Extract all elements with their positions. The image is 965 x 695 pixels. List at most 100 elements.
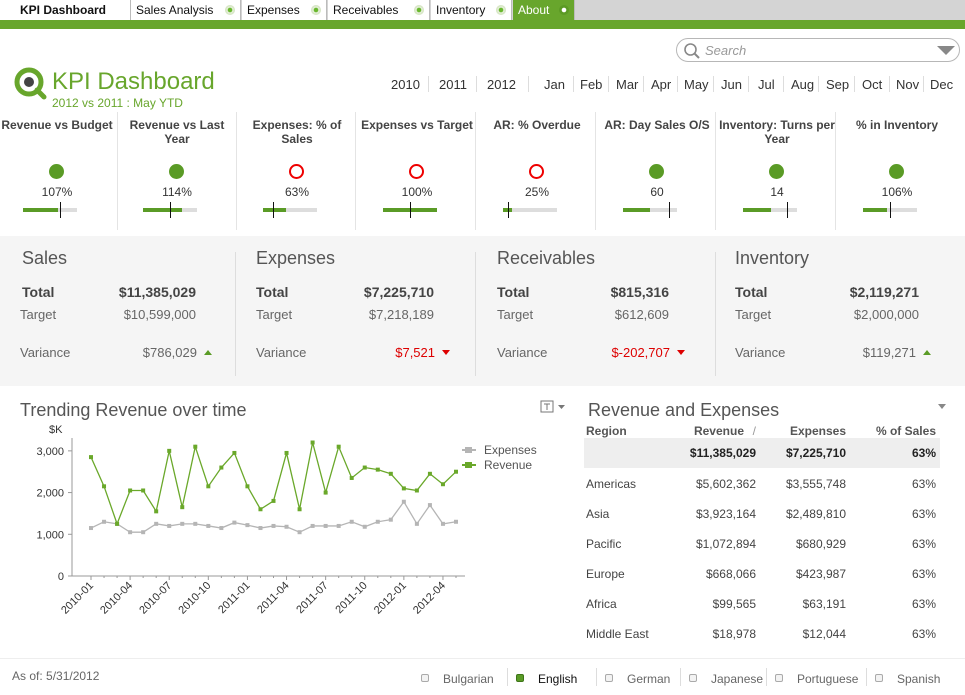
target-label: Target [497,307,534,322]
divider [0,658,965,659]
search-icon [684,43,700,59]
data-point-revenue [180,505,185,510]
kpi-bullet-gauge [743,202,797,218]
table-row[interactable]: Africa $99,565 $63,191 63% [584,597,940,627]
column-header-region[interactable]: Region [586,424,627,438]
kpi-ar-day-sales-os[interactable]: AR: Day Sales O/S 60 [597,118,717,230]
variance-label: Variance [256,345,307,360]
data-point-expenses [128,530,133,535]
divider [923,76,924,92]
kpi-ar-pct-overdue[interactable]: AR: % Overdue 25% [477,118,597,230]
language-spanish[interactable]: Spanish [875,672,940,686]
data-point-revenue [388,471,393,476]
table-menu-icon[interactable] [938,404,946,409]
language-portuguese[interactable]: Portuguese [775,672,858,686]
tab-sales-analysis[interactable]: Sales Analysis [131,0,241,20]
kpi-pct-in-inventory[interactable]: % in Inventory 106% [837,118,957,230]
summary-card-expenses[interactable]: Expenses Total $7,225,710 Target $7,218,18… [256,236,450,376]
language-english[interactable]: English [516,672,577,686]
cell-region: Pacific [586,537,622,551]
legend-swatch-marker [465,462,472,468]
tab-receivables[interactable]: Receivables [328,0,430,20]
kpi-value: 114% [162,185,192,199]
data-point-expenses [154,521,159,526]
tab-inventory[interactable]: Inventory [431,0,512,20]
status-indicator-icon [769,164,784,179]
tab-kpi-dashboard[interactable]: KPI Dashboard [0,0,131,20]
year-2011[interactable]: 2011 [439,77,467,92]
month-dec[interactable]: Dec [930,77,953,92]
table-row[interactable]: Europe $668,066 $423,987 63% [584,567,940,597]
year-2010[interactable]: 2010 [391,77,420,92]
month-aug[interactable]: Aug [791,77,814,92]
table-row[interactable]: Americas $5,602,362 $3,555,748 63% [584,477,940,507]
cell-revenue: $5,602,362 [695,477,756,491]
data-point-expenses [388,517,393,522]
sort-icon[interactable]: / [753,424,756,438]
dropdown-arrow-icon[interactable] [937,46,955,55]
card-title: Inventory [735,248,810,268]
table-row[interactable]: Asia $3,923,164 $2,489,810 63% [584,507,940,537]
summary-card-receivables[interactable]: Receivables Total $815,316 Target $612,609… [497,236,685,376]
language-german[interactable]: German [605,672,671,686]
month-jun[interactable]: Jun [721,77,742,92]
chart-menu-icon[interactable] [540,400,568,414]
data-point-revenue [102,484,107,489]
data-point-expenses [375,519,380,524]
month-sep[interactable]: Sep [826,77,849,92]
language-bulgarian[interactable]: Bulgarian [421,672,494,686]
total-label: Total [735,284,768,300]
trend-down-icon [677,350,685,355]
month-jan[interactable]: Jan [544,77,565,92]
x-tick-label: 2012-01 [372,580,409,617]
kpi-revenue-vs-last-year[interactable]: Revenue vs Last Year 114% [117,118,237,230]
kpi-expenses-vs-target[interactable]: Expenses vs Target 100% [357,118,477,230]
language-label: German [627,672,671,686]
status-indicator-icon [889,164,904,179]
table-row[interactable]: Middle East $18,978 $12,044 63% [584,627,940,657]
month-feb[interactable]: Feb [580,77,602,92]
column-header-expenses[interactable]: Expenses [790,424,846,438]
data-point-revenue [414,488,419,493]
data-point-revenue [427,471,432,476]
data-point-revenue [440,482,445,487]
kpi-value: 14 [770,185,784,199]
kpi-label: Inventory: Turns per Year [719,118,835,146]
data-point-expenses [141,530,146,535]
divider [355,112,356,230]
data-point-revenue [141,488,146,493]
kpi-revenue-vs-budget[interactable]: Revenue vs Budget 107% [0,118,117,230]
data-point-revenue [128,488,133,493]
year-2012[interactable]: 2012 [487,77,516,92]
kpi-value: 25% [524,185,550,199]
variance-label: Variance [735,345,786,360]
month-jul[interactable]: Jul [758,77,775,92]
kpi-inventory-turns[interactable]: Inventory: Turns per Year 14 [717,118,837,230]
month-oct[interactable]: Oct [862,77,882,92]
column-header-pct-of-sales[interactable]: % of Sales [876,424,936,438]
month-nov[interactable]: Nov [896,77,919,92]
column-header-revenue[interactable]: Revenue [694,424,744,438]
summary-card-inventory[interactable]: Inventory Total $2,119,271 Target $2,000,0… [735,236,931,376]
data-point-expenses [219,526,224,531]
search-box[interactable] [676,38,960,62]
divider [866,668,867,686]
tab-expenses[interactable]: Expenses [242,0,327,20]
search-input[interactable] [705,42,905,58]
table-row[interactable]: Pacific $1,072,894 $680,929 63% [584,537,940,567]
month-apr[interactable]: Apr [651,77,671,92]
language-japanese[interactable]: Japanese [689,672,763,686]
tab-about[interactable]: About [513,0,575,20]
y-tick-label: 1,000 [36,529,64,541]
data-point-expenses [349,519,354,524]
status-indicator-icon [49,164,64,179]
x-tick-label: 2010-01 [59,580,96,617]
x-tick-label: 2011-04 [255,580,291,616]
data-point-expenses [89,526,93,531]
trend-up-icon [204,350,212,355]
month-mar[interactable]: Mar [616,77,638,92]
month-may[interactable]: May [684,77,709,92]
kpi-expenses-pct-of-sales[interactable]: Expenses: % of Sales 63% [237,118,357,230]
summary-card-sales[interactable]: Sales Total $11,385,029 Target $10,599,000… [20,236,212,376]
gauge-target-marker [890,202,891,218]
